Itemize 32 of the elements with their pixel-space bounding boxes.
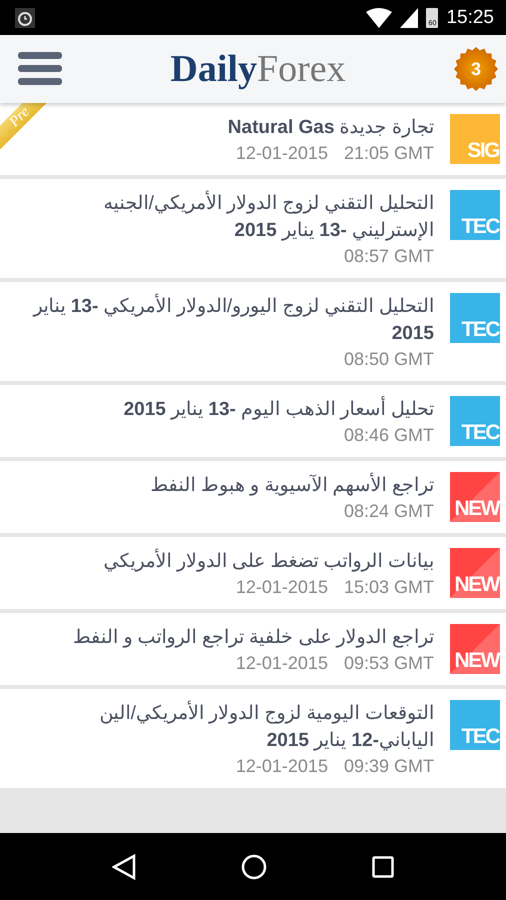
news-date: 12-01-2015 — [236, 653, 328, 674]
news-date: 12-01-2015 — [236, 756, 328, 777]
category-tile: NEW — [450, 624, 500, 674]
category-tile: NEW — [450, 548, 500, 598]
recents-icon[interactable] — [372, 856, 394, 878]
home-icon[interactable] — [240, 854, 267, 880]
menu-icon[interactable] — [18, 52, 62, 86]
category-tile: SIG — [450, 114, 500, 164]
category-tile: TEC — [450, 190, 500, 240]
back-icon[interactable] — [112, 854, 136, 880]
news-time: 15:03 GMT — [344, 577, 434, 598]
news-time: 21:05 GMT — [344, 143, 434, 164]
category-tile: TEC — [450, 396, 500, 446]
news-time: 08:46 GMT — [344, 425, 434, 446]
news-time: 09:53 GMT — [344, 653, 434, 674]
category-tile: TEC — [450, 700, 500, 750]
alarm-icon — [15, 8, 35, 28]
news-title: تراجع الدولار على خلفية تراجع الرواتب و النفط — [73, 626, 434, 650]
signal-icon — [400, 8, 418, 28]
news-title: تراجع الأسهم الآسيوية و هبوط النفط — [150, 472, 434, 499]
wifi-icon — [366, 8, 392, 28]
app-logo: DailyForex — [170, 48, 346, 90]
news-date: 12-01-2015 — [236, 577, 328, 598]
category-tile: TEC — [450, 293, 500, 343]
news-time: 08:57 GMT — [344, 246, 434, 267]
clock-time: 15:25 — [446, 6, 494, 28]
news-time: 08:24 GMT — [344, 501, 434, 522]
news-time: 09:39 GMT — [344, 756, 434, 777]
news-title: بيانات الرواتب تضغط على الدولار الأمريكي — [104, 548, 434, 575]
news-time: 08:50 GMT — [344, 349, 434, 370]
category-tile: NEW — [450, 472, 500, 522]
news-date: 12-01-2015 — [236, 143, 328, 164]
